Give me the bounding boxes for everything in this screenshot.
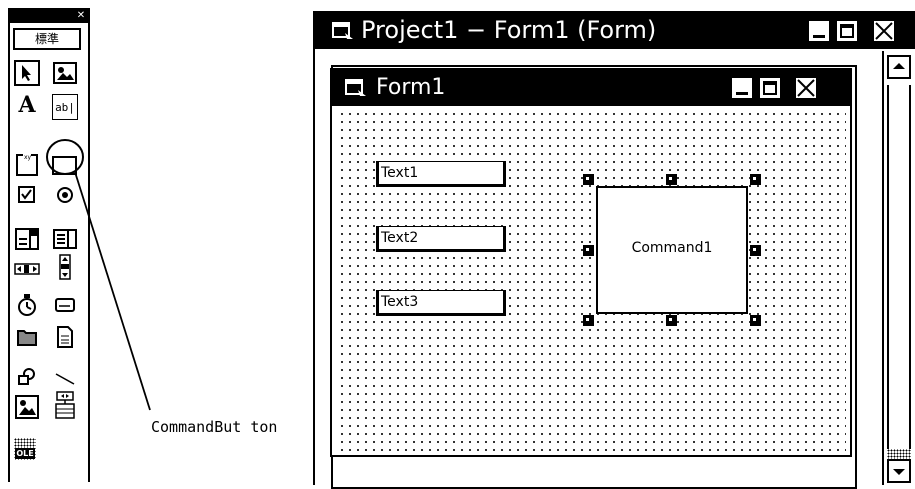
command1-button[interactable]: Command1: [596, 186, 748, 314]
textbox-text1[interactable]: Text1: [376, 161, 506, 187]
minimize-icon: [736, 92, 748, 95]
form-window-icon: [332, 22, 353, 39]
form1-titlebar[interactable]: Form1: [332, 70, 850, 106]
textbox-text3[interactable]: Text3: [376, 290, 506, 316]
close-icon: [875, 22, 893, 40]
textbox-text3-value: Text3: [381, 294, 419, 310]
resize-handle-sw[interactable]: [583, 315, 594, 326]
minimize-button[interactable]: [807, 19, 831, 43]
project-titlebar[interactable]: Project1 − Form1 (Form): [315, 13, 915, 49]
close-button[interactable]: [872, 19, 896, 43]
form1-maximize-button[interactable]: [758, 76, 782, 100]
minimize-icon: [813, 35, 825, 38]
form1-close-button[interactable]: [794, 76, 818, 100]
callout-circle: [46, 139, 84, 175]
textbox-edge: [377, 227, 379, 251]
form1-design-grid[interactable]: [336, 108, 846, 453]
form1-minimize-button[interactable]: [730, 76, 754, 100]
scroll-down-button[interactable]: [887, 459, 911, 483]
textbox-edge: [377, 162, 379, 186]
resize-handle-n[interactable]: [666, 174, 677, 185]
project-title: Project1 − Form1 (Form): [361, 16, 657, 44]
command1-label: Command1: [631, 240, 713, 256]
arrow-up-icon: [893, 63, 905, 69]
textbox-text1-value: Text1: [381, 165, 419, 181]
scroll-track[interactable]: [887, 85, 911, 449]
arrow-down-icon: [893, 469, 905, 475]
maximize-button[interactable]: [835, 19, 859, 43]
textbox-text2[interactable]: Text2: [376, 226, 506, 252]
resize-handle-ne[interactable]: [750, 174, 761, 185]
resize-handle-nw[interactable]: [583, 174, 594, 185]
resize-handle-w[interactable]: [583, 245, 594, 256]
textbox-edge: [377, 291, 379, 315]
scroll-up-button[interactable]: [887, 55, 911, 79]
form-window-icon: [345, 79, 366, 96]
resize-handle-se[interactable]: [750, 315, 761, 326]
resize-handle-s[interactable]: [666, 315, 677, 326]
scroll-thumb[interactable]: [887, 449, 911, 459]
textbox-text2-value: Text2: [381, 230, 419, 246]
maximize-icon: [840, 24, 854, 38]
maximize-icon: [763, 81, 777, 95]
close-icon: [797, 79, 815, 97]
callout-label: CommandBut ton: [151, 418, 278, 436]
form1-window: Form1: [330, 68, 852, 457]
vertical-scrollbar[interactable]: [882, 51, 915, 485]
resize-handle-e[interactable]: [750, 245, 761, 256]
callout-leader-line: [74, 171, 151, 411]
form1-title: Form1: [376, 75, 446, 100]
